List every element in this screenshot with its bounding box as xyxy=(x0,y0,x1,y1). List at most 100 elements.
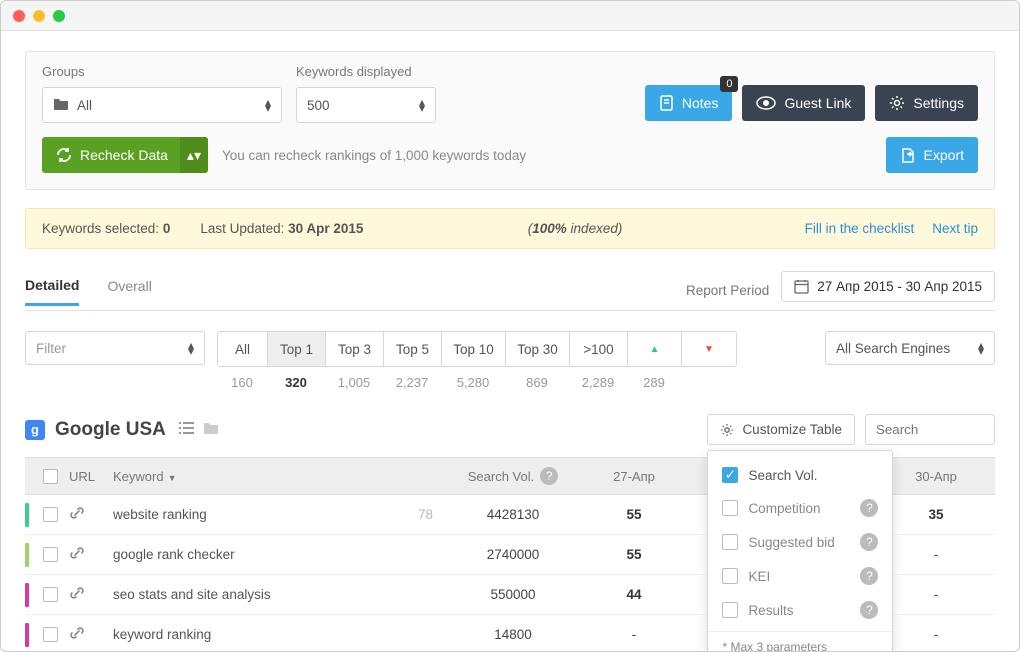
row-checkbox[interactable] xyxy=(43,587,58,602)
keyword-count: 78 xyxy=(393,507,443,522)
rank-count: 2,237 xyxy=(383,367,441,390)
rank-filter-down[interactable]: ▼ xyxy=(682,332,736,366)
link-icon[interactable] xyxy=(69,629,85,644)
list-view-icon[interactable] xyxy=(178,421,195,438)
row-checkbox[interactable] xyxy=(43,547,58,562)
rank-count: 869 xyxy=(505,367,569,390)
keywords-displayed-label: Keywords displayed xyxy=(296,64,436,79)
search-vol-header[interactable]: Search Vol.? xyxy=(443,467,583,485)
date1-header[interactable]: 27-Апр xyxy=(583,469,685,484)
date2-cell: 35 xyxy=(885,507,987,522)
keywords-selected-label: Keywords selected: 0 xyxy=(42,221,170,236)
row-checkbox[interactable] xyxy=(43,627,58,642)
date2-cell: - xyxy=(885,547,987,562)
indexed-label: (100% indexed) xyxy=(528,221,623,236)
rank-filter-top1[interactable]: Top 1 xyxy=(268,332,326,366)
sort-desc-icon: ▼ xyxy=(168,473,177,483)
notes-button[interactable]: Notes xyxy=(645,85,733,121)
rank-count: 160 xyxy=(217,367,267,390)
row-checkbox[interactable] xyxy=(43,507,58,522)
checkbox-icon xyxy=(722,602,738,618)
caret-icon: ▴▾ xyxy=(265,99,271,111)
caret-icon: ▴▾ xyxy=(419,99,425,111)
rank-filter-all[interactable]: All xyxy=(218,332,268,366)
export-button[interactable]: Export xyxy=(886,137,978,173)
groups-select[interactable]: All ▴▾ xyxy=(42,87,282,123)
search-engines-select[interactable]: All Search Engines ▴▾ xyxy=(825,331,995,365)
help-icon[interactable]: ? xyxy=(540,467,558,485)
refresh-icon xyxy=(56,147,72,163)
date-range-picker[interactable]: 27 Апр 2015 - 30 Апр 2015 xyxy=(781,271,995,302)
view-tabs: Detailed Overall Report Period 27 Апр 20… xyxy=(25,271,995,311)
rank-filter-100[interactable]: >100 xyxy=(570,332,628,366)
customize-table-button[interactable]: Customize Table xyxy=(707,414,855,445)
date1-cell: 55 xyxy=(583,547,685,562)
next-tip-link[interactable]: Next tip xyxy=(932,221,978,236)
rank-count: 289 xyxy=(627,367,681,390)
rank-count: 320 xyxy=(267,367,325,390)
help-icon[interactable]: ? xyxy=(860,533,878,551)
help-icon[interactable]: ? xyxy=(860,499,878,517)
customize-option-results[interactable]: Results? xyxy=(708,593,892,627)
rank-filter-top5[interactable]: Top 5 xyxy=(384,332,442,366)
checkbox-icon xyxy=(722,534,738,550)
section-title: Google USA xyxy=(55,419,166,441)
url-header[interactable]: URL xyxy=(69,469,113,484)
eye-icon xyxy=(756,96,776,110)
folder-view-icon[interactable] xyxy=(203,421,219,438)
recheck-dropdown-toggle[interactable]: ▴▾ xyxy=(180,137,208,173)
customize-option-suggestedbid[interactable]: Suggested bid? xyxy=(708,525,892,559)
keyword-header[interactable]: Keyword▼ xyxy=(113,469,393,484)
checkbox-icon xyxy=(722,568,738,584)
rank-filter-top10[interactable]: Top 10 xyxy=(442,332,506,366)
link-icon[interactable] xyxy=(69,509,85,524)
tab-detailed[interactable]: Detailed xyxy=(25,277,79,306)
status-bar: Keywords selected: 0 Last Updated: 30 Ap… xyxy=(25,208,995,249)
row-marker xyxy=(25,543,29,567)
row-marker xyxy=(25,623,29,647)
customize-option-competition[interactable]: Competition? xyxy=(708,491,892,525)
keywords-displayed-value: 500 xyxy=(307,98,330,113)
help-icon[interactable]: ? xyxy=(860,567,878,585)
search-vol-cell: 2740000 xyxy=(443,547,583,562)
customize-option-kei[interactable]: KEI? xyxy=(708,559,892,593)
rank-filter-top30[interactable]: Top 30 xyxy=(506,332,570,366)
filter-select[interactable]: Filter ▴▾ xyxy=(25,331,205,365)
search-input[interactable] xyxy=(865,414,995,445)
date2-cell: - xyxy=(885,627,987,642)
report-period-label: Report Period xyxy=(686,283,769,298)
search-vol-cell: 4428130 xyxy=(443,507,583,522)
fill-checklist-link[interactable]: Fill in the checklist xyxy=(805,221,915,236)
recheck-data-button[interactable]: Recheck Data ▴▾ xyxy=(42,137,208,173)
customize-table-dropdown: ✓Search Vol.Competition?Suggested bid?KE… xyxy=(707,450,893,652)
groups-label: Groups xyxy=(42,64,296,79)
keywords-displayed-select[interactable]: 500 ▴▾ xyxy=(296,87,436,123)
tab-overall[interactable]: Overall xyxy=(107,278,151,304)
recheck-hint: You can recheck rankings of 1,000 keywor… xyxy=(222,148,526,163)
maximize-icon[interactable] xyxy=(53,10,65,22)
groups-value: All xyxy=(77,98,92,113)
date2-header[interactable]: 30-Апр xyxy=(885,469,987,484)
rank-filter-top3[interactable]: Top 3 xyxy=(326,332,384,366)
link-icon[interactable] xyxy=(69,549,85,564)
folder-icon xyxy=(53,97,69,114)
rank-count: 1,005 xyxy=(325,367,383,390)
top-panel: Groups All ▴▾ Keywords displayed 500 ▴▾ xyxy=(25,51,995,190)
link-icon[interactable] xyxy=(69,589,85,604)
gear-icon xyxy=(889,95,905,111)
customize-option-searchvol[interactable]: ✓Search Vol. xyxy=(708,459,892,491)
help-icon[interactable]: ? xyxy=(860,601,878,619)
rank-count: 2,289 xyxy=(569,367,627,390)
close-icon[interactable] xyxy=(13,10,25,22)
settings-button[interactable]: Settings xyxy=(875,85,978,121)
rank-filter-up[interactable]: ▲ xyxy=(628,332,682,366)
guest-link-button[interactable]: Guest Link xyxy=(742,85,865,121)
select-all-checkbox[interactable] xyxy=(43,469,58,484)
last-updated-label: Last Updated: 30 Apr 2015 xyxy=(200,221,363,236)
minimize-icon[interactable] xyxy=(33,10,45,22)
date1-cell: 55 xyxy=(583,507,685,522)
keyword-cell: google rank checker xyxy=(113,547,393,562)
checkbox-icon: ✓ xyxy=(722,467,738,483)
calendar-icon xyxy=(794,279,809,294)
dropdown-footer: * Max 3 parameters xyxy=(708,631,892,652)
